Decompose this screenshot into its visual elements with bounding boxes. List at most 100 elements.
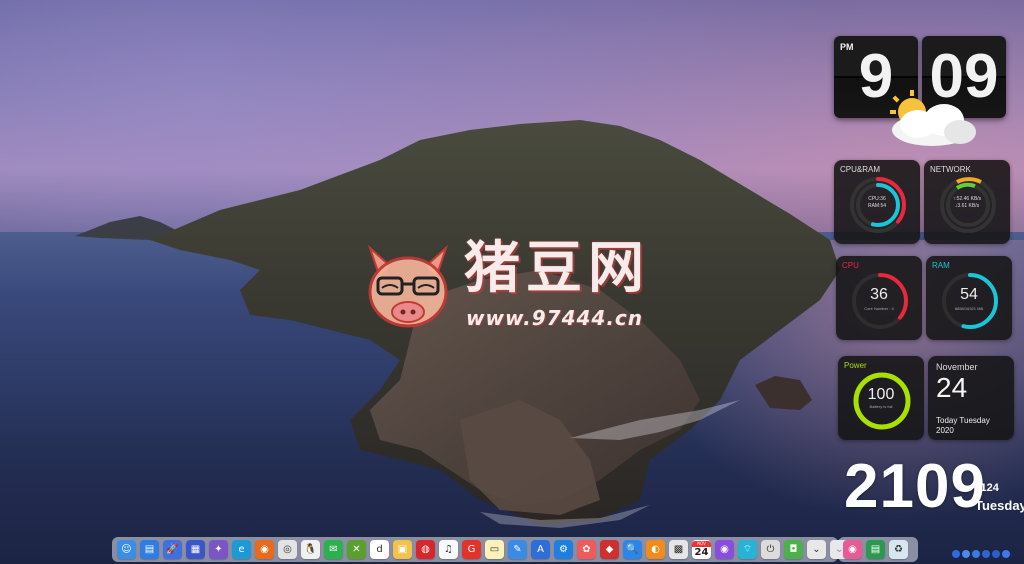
colorful-app-icon[interactable]: ◉: [843, 540, 862, 559]
tiktok-icon[interactable]: d: [370, 540, 389, 559]
dock-glyph: ▤: [144, 544, 155, 555]
ram-subtitle: 8858/16321 MB: [954, 306, 984, 311]
dock-glyph: 🐧: [304, 544, 317, 555]
dock-glyph: ◍: [421, 544, 430, 555]
dock-glyph: ♻: [894, 544, 903, 555]
big-clock-weekday: Tuesday: [975, 498, 1024, 513]
dock-glyph: ▦: [190, 544, 201, 555]
cpu-widget[interactable]: CPU 36 Core Number : 4: [836, 256, 922, 340]
dock-glyph: ▤: [870, 544, 881, 555]
big-clock-time: 2109: [844, 452, 986, 521]
mission-control-icon[interactable]: ✦: [209, 540, 228, 559]
cpu-ram-widget[interactable]: CPU&RAM CPU:36 RAM:54: [834, 160, 920, 244]
dock-glyph: ✿: [582, 544, 591, 555]
weibo-icon[interactable]: G: [462, 540, 481, 559]
date-weekday-line: Today Tuesday: [936, 416, 990, 425]
launchpad-icon[interactable]: 🚀: [163, 540, 182, 559]
ram-value: 54: [960, 286, 978, 303]
document-icon[interactable]: ▤: [866, 540, 885, 559]
dock-glyph: ♫: [444, 544, 453, 555]
dock-glyph: ▩: [673, 544, 684, 555]
dock-glyph: ✦: [214, 544, 223, 555]
power-widget[interactable]: Power 100 Battery is full: [838, 356, 924, 440]
search-icon[interactable]: 🔍: [623, 540, 642, 559]
tray-notification-icon[interactable]: [1002, 550, 1010, 558]
dock-glyph: ⌄: [812, 544, 821, 555]
wifi-icon[interactable]: ⌔: [738, 540, 757, 559]
network-down: ↓3.61 KB/s: [954, 203, 980, 209]
partly-cloudy-icon: [890, 90, 976, 146]
tray-volume-icon[interactable]: [972, 550, 980, 558]
xbox-icon[interactable]: ✕: [347, 540, 366, 559]
dock-glyph: ◆: [605, 544, 614, 555]
widget-title: CPU&RAM: [840, 165, 881, 174]
dock-glyph: ⚙: [559, 544, 568, 555]
power-icon[interactable]: ⏻: [761, 540, 780, 559]
dock-glyph: ▭: [489, 544, 500, 555]
green-app-icon[interactable]: ◘: [784, 540, 803, 559]
widget-title: NETWORK: [930, 165, 971, 174]
dock-glyph: ☺: [121, 544, 132, 555]
dock-glyph: A: [537, 544, 544, 555]
dock-glyph: ◉: [720, 544, 729, 555]
widget-title: RAM: [932, 261, 950, 270]
tray-settings-icon[interactable]: [992, 550, 1000, 558]
settings-gear-icon[interactable]: ⚙: [554, 540, 573, 559]
pen-icon[interactable]: ✎: [508, 540, 527, 559]
dock-glyph: ◘: [789, 544, 798, 555]
date-widget[interactable]: November 24 Today Tuesday 2020: [928, 356, 1014, 440]
cpu-ram-line2: RAM:54: [867, 203, 887, 209]
recycle-bin-icon[interactable]: ♻: [889, 540, 908, 559]
cpu-ram-line1: CPU:36: [868, 196, 886, 202]
blank-app-icon[interactable]: ⌄: [807, 540, 826, 559]
music-icon[interactable]: ♫: [439, 540, 458, 559]
firefox-icon[interactable]: ◉: [255, 540, 274, 559]
dock: ☺▤🚀▦✦e◉◎🐧✉✕d▣◍♫G▭✎A⚙✿◆🔍◐▩NOV24◉⌔⏻◘⌄⌄: [112, 537, 849, 562]
widget-title: Power: [844, 361, 867, 370]
big-clock-date: 1124: [975, 482, 999, 494]
orange-app-icon[interactable]: ◐: [646, 540, 665, 559]
ram-widget[interactable]: RAM 54 8858/16321 MB: [926, 256, 1012, 340]
date-year-line: 2020: [936, 426, 954, 435]
photos-icon[interactable]: ✿: [577, 540, 596, 559]
dock-glyph: G: [467, 544, 476, 555]
dock-glyph: ✎: [513, 544, 522, 555]
network-widget[interactable]: NETWORK ↑:52.46 KB/s ↓3.61 KB/s: [924, 160, 1010, 244]
dock-glyph: 🔍: [626, 544, 639, 555]
finder-icon[interactable]: ☺: [117, 540, 136, 559]
games-icon[interactable]: ▩: [669, 540, 688, 559]
dock-glyph: ✕: [352, 544, 361, 555]
dock-glyph: d: [376, 544, 383, 555]
edge-browser-icon[interactable]: e: [232, 540, 251, 559]
dock-glyph: ⌔: [742, 544, 753, 555]
dock-glyph: ◉: [848, 544, 857, 555]
app-folder-icon[interactable]: ▣: [393, 540, 412, 559]
power-subtitle: Battery is full: [869, 404, 893, 409]
red-app-icon[interactable]: ◆: [600, 540, 619, 559]
calendar-day-label: 24: [694, 546, 709, 558]
dock-glyph: ⏻: [766, 544, 775, 555]
tray-input-icon[interactable]: [962, 550, 970, 558]
notes-icon[interactable]: ▭: [485, 540, 504, 559]
calendar-icon[interactable]: NOV 24: [692, 540, 711, 559]
xcode-icon[interactable]: A: [531, 540, 550, 559]
dock-right-section: ◉ ▤ ♻: [838, 537, 918, 562]
windows-start-icon[interactable]: ▦: [186, 540, 205, 559]
tray-network-icon[interactable]: [952, 550, 960, 558]
date-month: November: [936, 362, 978, 372]
tray-wifi-icon[interactable]: [982, 550, 990, 558]
power-value: 100: [867, 386, 895, 403]
dock-glyph: ▣: [397, 544, 408, 555]
dock-glyph: ◐: [651, 544, 660, 555]
cpu-value: 36: [870, 286, 888, 303]
dock-glyph: e: [238, 544, 245, 555]
widget-title: CPU: [842, 261, 859, 270]
qq-icon[interactable]: 🐧: [301, 540, 320, 559]
app-store-banner-icon[interactable]: ▤: [140, 540, 159, 559]
netease-music-icon[interactable]: ◍: [416, 540, 435, 559]
dock-glyph: ✉: [329, 544, 338, 555]
dock-glyph: 🚀: [166, 544, 179, 555]
wechat-icon[interactable]: ✉: [324, 540, 343, 559]
podcasts-icon[interactable]: ◉: [715, 540, 734, 559]
chrome-icon[interactable]: ◎: [278, 540, 297, 559]
